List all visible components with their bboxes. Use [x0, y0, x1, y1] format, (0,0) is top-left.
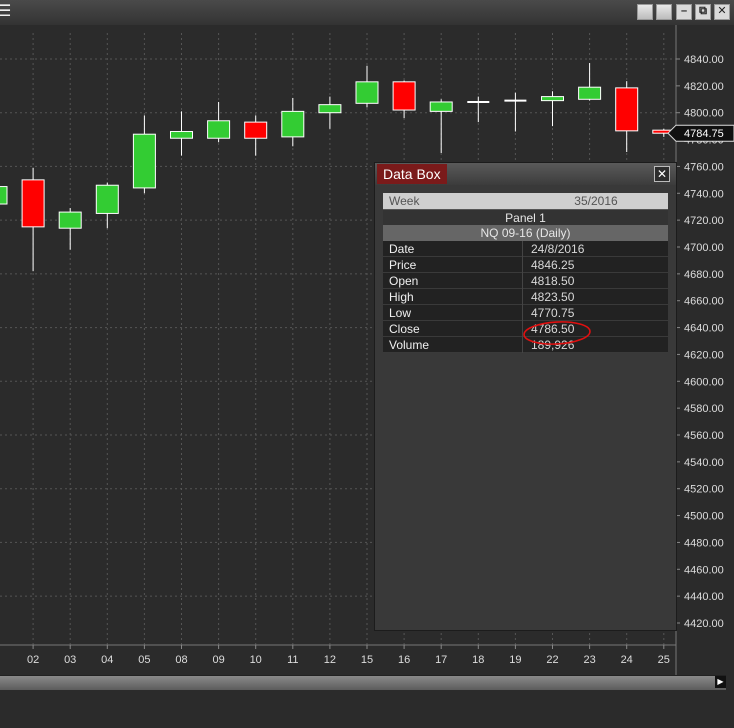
price-tick-label: 4480.00 — [684, 537, 724, 549]
time-tick-label: 04 — [101, 654, 113, 666]
price-tick-label: 4800.00 — [684, 108, 724, 120]
candle-body — [578, 86, 602, 100]
time-tick-label: 11 — [287, 654, 298, 666]
candle-body — [170, 131, 193, 139]
time-tick-label: 23 — [583, 654, 595, 666]
candle-body — [541, 96, 564, 102]
price-tick-label: 4440.00 — [684, 591, 724, 603]
price-tick-label: 4740.00 — [684, 188, 724, 200]
candle-body — [392, 81, 416, 111]
candle-body — [132, 133, 156, 189]
price-tick-label: 4540.00 — [684, 457, 724, 469]
price-tick-label: 4660.00 — [684, 296, 724, 308]
time-tick-label: 17 — [435, 654, 447, 666]
candle-body — [21, 179, 45, 228]
price-tick-label: 4620.00 — [684, 349, 724, 361]
data-box-panel: Data Box ✕ Week 35/2016 Panel 1 NQ 09-16… — [374, 162, 677, 631]
close-icon[interactable]: ✕ — [714, 4, 730, 20]
candle-body — [318, 104, 342, 114]
restore-icon[interactable] — [637, 4, 653, 20]
restore-icon[interactable] — [656, 4, 672, 20]
price-tick-label: 4600.00 — [684, 376, 724, 388]
time-tick-label: 05 — [138, 654, 150, 666]
price-tick-label: 4720.00 — [684, 215, 724, 227]
candle-body — [244, 121, 268, 139]
price-tick-label: 4520.00 — [684, 484, 724, 496]
window-titlebar: ☰ – ⧉ ✕ — [0, 0, 734, 26]
price-tick-label: 4680.00 — [684, 269, 724, 281]
price-tick-label: 4560.00 — [684, 430, 724, 442]
time-tick-label: 12 — [324, 654, 336, 666]
maximize-icon[interactable]: ⧉ — [695, 4, 711, 20]
price-tick-label: 4460.00 — [684, 564, 724, 576]
candle-body — [58, 211, 82, 229]
close-value-highlight-circle — [523, 321, 591, 345]
candle-body — [281, 110, 305, 138]
candle-body — [95, 184, 119, 214]
price-tick-label: 4760.00 — [684, 161, 724, 173]
candle-body — [429, 101, 453, 112]
price-tick-label: 4420.00 — [684, 618, 724, 630]
price-tick-label: 4820.00 — [684, 81, 724, 93]
time-tick-label: 25 — [658, 654, 670, 666]
time-tick-label: 22 — [546, 654, 558, 666]
time-tick-label: 10 — [250, 654, 262, 666]
last-price-label: 4784.75 — [684, 128, 724, 140]
time-tick-label: 18 — [472, 654, 484, 666]
time-tick-label: 03 — [64, 654, 76, 666]
hamburger-icon[interactable]: ☰ — [0, 4, 11, 20]
candle-body — [355, 81, 379, 104]
time-tick-label: 02 — [27, 654, 39, 666]
price-tick-label: 4580.00 — [684, 403, 724, 415]
candle-body — [0, 186, 8, 205]
candle-body — [207, 120, 231, 139]
price-tick-label: 4700.00 — [684, 242, 724, 254]
horizontal-scrollbar[interactable] — [0, 675, 726, 690]
candle-body — [615, 87, 639, 132]
time-tick-label: 09 — [212, 654, 224, 666]
price-tick-label: 4500.00 — [684, 511, 724, 523]
price-tick-label: 4840.00 — [684, 54, 724, 66]
status-area — [0, 690, 734, 728]
time-tick-label: 08 — [175, 654, 187, 666]
time-tick-label: 19 — [509, 654, 521, 666]
time-tick-label: 15 — [361, 654, 373, 666]
price-tick-label: 4640.00 — [684, 323, 724, 335]
minimize-icon[interactable]: – — [676, 4, 692, 20]
scroll-right-icon[interactable]: ▶ — [715, 676, 726, 688]
time-tick-label: 24 — [621, 654, 633, 666]
time-tick-label: 16 — [398, 654, 410, 666]
